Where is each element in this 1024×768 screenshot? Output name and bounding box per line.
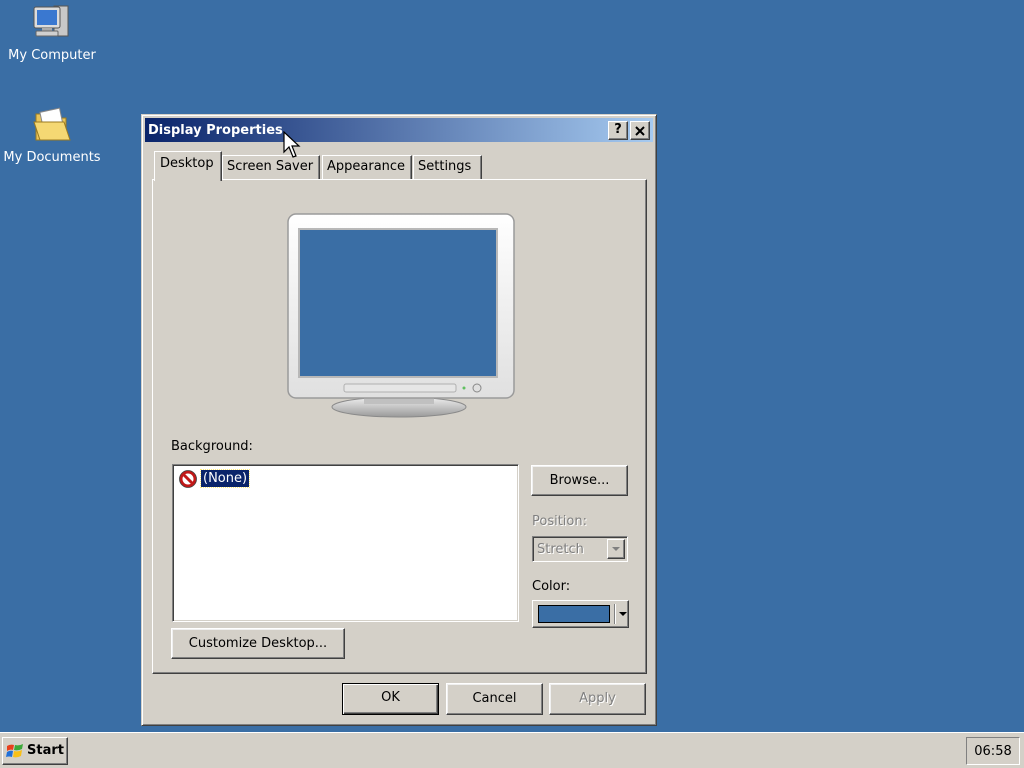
customize-desktop-button[interactable]: Customize Desktop... xyxy=(171,628,345,659)
apply-button[interactable]: Apply xyxy=(549,683,646,715)
chevron-down-icon xyxy=(619,612,627,616)
tab-settings[interactable]: Settings xyxy=(413,155,482,179)
desktop-icon-my-documents[interactable]: My Documents xyxy=(0,104,104,165)
position-dropdown[interactable]: Stretch xyxy=(532,536,628,562)
desktop-icon-my-computer[interactable]: My Computer xyxy=(0,2,104,63)
none-icon xyxy=(179,470,197,488)
desktop-icon-label: My Documents xyxy=(3,150,101,165)
color-picker-separator xyxy=(614,604,616,624)
ok-button[interactable]: OK xyxy=(342,683,439,715)
close-icon xyxy=(635,126,645,136)
start-button[interactable]: Start xyxy=(2,737,68,765)
windows-logo-icon xyxy=(6,744,23,758)
window-title: Display Properties xyxy=(148,123,283,138)
chevron-down-icon xyxy=(612,547,620,551)
background-label: Background: xyxy=(171,439,253,454)
start-label: Start xyxy=(27,743,64,758)
list-item-label: (None) xyxy=(199,469,251,488)
background-list[interactable]: (None) xyxy=(172,464,519,622)
title-bar[interactable]: Display Properties ? xyxy=(145,118,653,142)
folder-documents-icon xyxy=(33,107,71,141)
close-button[interactable] xyxy=(630,121,650,140)
monitor-preview-icon xyxy=(287,213,515,418)
taskbar: Start 06:58 xyxy=(0,732,1024,768)
color-label: Color: xyxy=(532,579,571,594)
position-value: Stretch xyxy=(537,542,584,557)
cancel-button[interactable]: Cancel xyxy=(446,683,543,715)
system-tray: 06:58 xyxy=(966,737,1020,765)
clock[interactable]: 06:58 xyxy=(967,744,1019,759)
desktop-icon-label: My Computer xyxy=(8,48,96,63)
browse-button[interactable]: Browse... xyxy=(531,465,628,496)
position-label: Position: xyxy=(532,514,587,529)
position-dropdown-arrow[interactable] xyxy=(607,539,625,559)
color-swatch xyxy=(538,605,610,623)
computer-icon xyxy=(33,5,69,37)
tab-appearance[interactable]: Appearance xyxy=(322,155,412,179)
tab-screen-saver[interactable]: Screen Saver xyxy=(222,155,320,179)
help-button[interactable]: ? xyxy=(608,121,628,140)
color-picker-button[interactable] xyxy=(532,600,629,628)
mouse-cursor-icon xyxy=(283,131,301,158)
tab-desktop[interactable]: Desktop xyxy=(154,151,222,181)
